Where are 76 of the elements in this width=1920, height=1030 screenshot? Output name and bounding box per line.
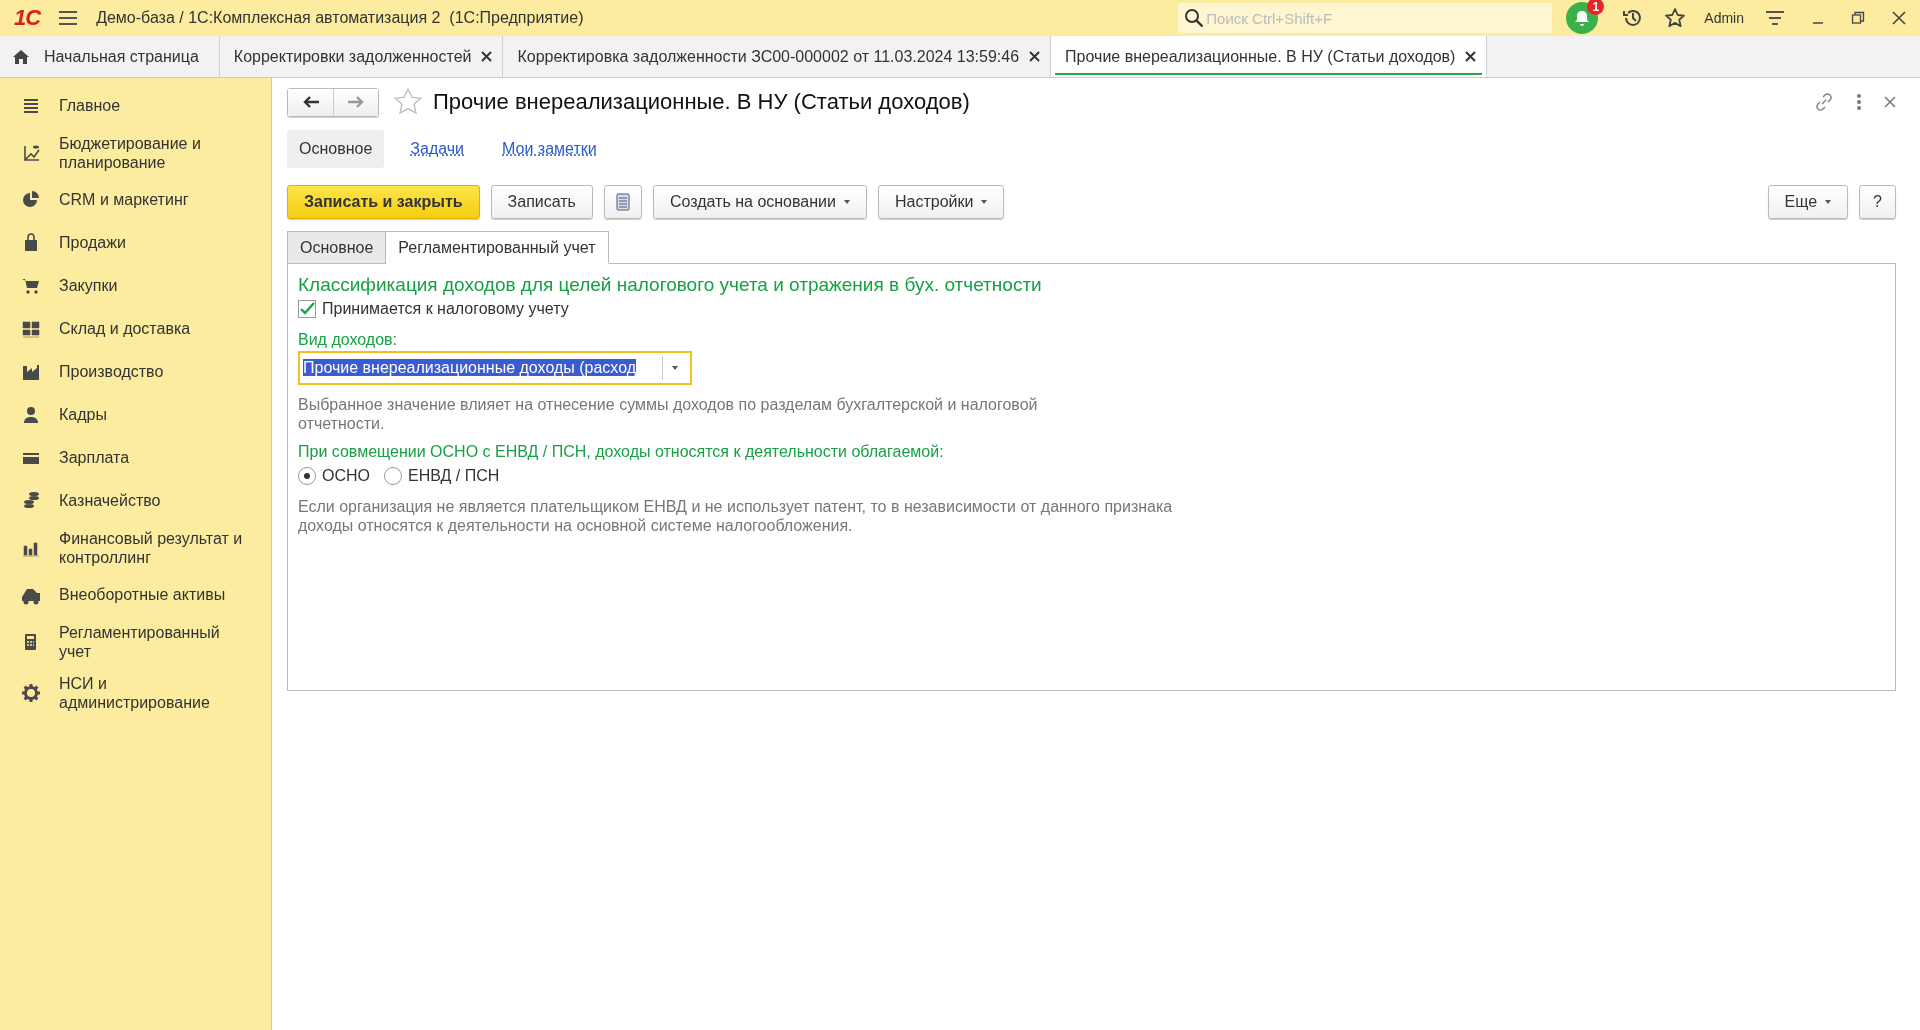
sidebar-item[interactable]: CRM и маркетинг [0, 178, 271, 221]
menu-icon[interactable] [58, 10, 79, 26]
app-logo[interactable]: 1С [14, 5, 41, 31]
pie-chart-icon [21, 189, 41, 210]
radio-button[interactable] [298, 467, 316, 485]
filter-icon[interactable] [1765, 10, 1785, 26]
section-title: Классификация доходов для целей налогового учета и отражения в бух. отчетности [298, 274, 1043, 296]
sidebar-item[interactable]: Кадры [0, 393, 271, 436]
window-title: Демо-база / 1С:Комплексная автоматизация 2 (1С:Предприятие) [96, 9, 585, 27]
sidebar-item[interactable]: Регламентированный учет [0, 616, 271, 667]
close-icon[interactable] [1891, 10, 1907, 26]
grid-icon [21, 318, 41, 339]
more-icon[interactable] [1856, 93, 1862, 111]
bell-icon [1573, 9, 1592, 27]
tab-label: Начальная страница [44, 47, 199, 66]
search-icon [1184, 8, 1205, 28]
back-button[interactable] [288, 88, 333, 116]
tab-label: Корректировки задолженностей [233, 47, 472, 66]
hint-text: Выбранное значение влияет на отнесение суммы доходов по разделам бухгалтерской и налоговой отчетности. [298, 395, 1039, 433]
sidebar-item[interactable]: Внеоборотные активы [0, 573, 271, 616]
sidebar-item[interactable]: НСИ и администрирование [0, 667, 271, 718]
close-icon[interactable] [1029, 51, 1041, 62]
form-nav-tab[interactable]: Задачи [398, 130, 477, 168]
person-icon [21, 404, 41, 425]
sidebar-item[interactable]: Финансовый результат и контроллинг [0, 522, 271, 573]
tab[interactable]: Корректировки задолженностей [219, 36, 504, 77]
radio-button[interactable] [384, 467, 402, 485]
sidebar-item[interactable]: Продажи [0, 221, 271, 264]
form-tab[interactable]: Основное [287, 231, 387, 264]
search-field[interactable]: Поиск Ctrl+Shift+F [1204, 8, 1547, 28]
tab[interactable]: Прочие внереализационные. В НУ (Статьи доходов) [1051, 36, 1488, 77]
coins-icon [21, 490, 41, 511]
field-label: При совмещении ОСНО с ЕНВД / ПСН, доходы относятся к деятельности облагаемой: [298, 443, 945, 461]
form-nav-tab[interactable]: Основное [287, 130, 385, 168]
hint-text: Если организация не является плательщиком ЕНВД и не использует патент, то в независимости от данного признака доходы относятся к деятельности на основной системе налогообложения. [298, 497, 1174, 535]
close-icon[interactable] [1465, 51, 1477, 62]
checkbox-label: Принимается к налоговому учету [322, 300, 569, 318]
sidebar-item[interactable]: Производство [0, 350, 271, 393]
gear-icon [21, 682, 41, 703]
save-button[interactable]: Записать [490, 185, 593, 219]
dropdown-button[interactable]: Настройки [877, 185, 1005, 219]
star-icon[interactable] [1664, 7, 1687, 29]
sidebar-item[interactable]: Бюджетирование и планирование [0, 127, 271, 178]
more-button[interactable]: Еще [1767, 185, 1849, 219]
list-icon [615, 193, 630, 211]
arrow-right-icon [347, 95, 365, 109]
radio-label: ЕНВД / ПСН [408, 467, 500, 485]
search-bar[interactable]: Поиск Ctrl+Shift+F [1178, 3, 1553, 33]
income-type-field[interactable]: Прочие внереализационные доходы (расход [298, 351, 692, 385]
checkbox[interactable] [298, 300, 316, 318]
sidebar-item[interactable]: Закупки [0, 264, 271, 307]
help-button[interactable]: ? [1859, 185, 1896, 219]
save-and-close-button[interactable]: Записать и закрыть [287, 185, 480, 219]
dropdown-button[interactable]: Создать на основании [652, 185, 867, 219]
radio-label: ОСНО [322, 467, 370, 485]
tab-label: Корректировка задолженности ЗС00-000002 от 11.03.2024 13:59:46 [517, 47, 1020, 66]
home-icon [12, 48, 30, 65]
form-title: Прочие внереализационные. В НУ (Статьи доходов) [433, 89, 971, 115]
tab[interactable]: Начальная страница [0, 36, 220, 77]
form-tab[interactable]: Регламентированный учет [386, 231, 609, 264]
notifications-button[interactable] [1566, 2, 1599, 34]
sidebar-item[interactable]: Зарплата [0, 436, 271, 479]
tab-label: Прочие внереализационные. В НУ (Статьи доходов) [1065, 47, 1456, 66]
list-button[interactable] [603, 185, 642, 219]
sidebar-item[interactable]: Казначейство [0, 479, 271, 522]
close-icon[interactable] [481, 51, 493, 62]
restore-icon[interactable] [1851, 11, 1865, 25]
sidebar-item[interactable]: Склад и доставка [0, 307, 271, 350]
user-name[interactable]: Admin [1704, 10, 1744, 26]
arrow-left-icon [301, 95, 320, 109]
field-label: Вид доходов: [298, 331, 398, 349]
sidebar-item[interactable]: Главное [0, 84, 271, 127]
link-icon[interactable] [1814, 92, 1834, 112]
notification-count: 1 [1587, 0, 1605, 15]
star-icon[interactable] [393, 87, 423, 117]
form-nav-tab[interactable]: Мои заметки [490, 130, 609, 168]
